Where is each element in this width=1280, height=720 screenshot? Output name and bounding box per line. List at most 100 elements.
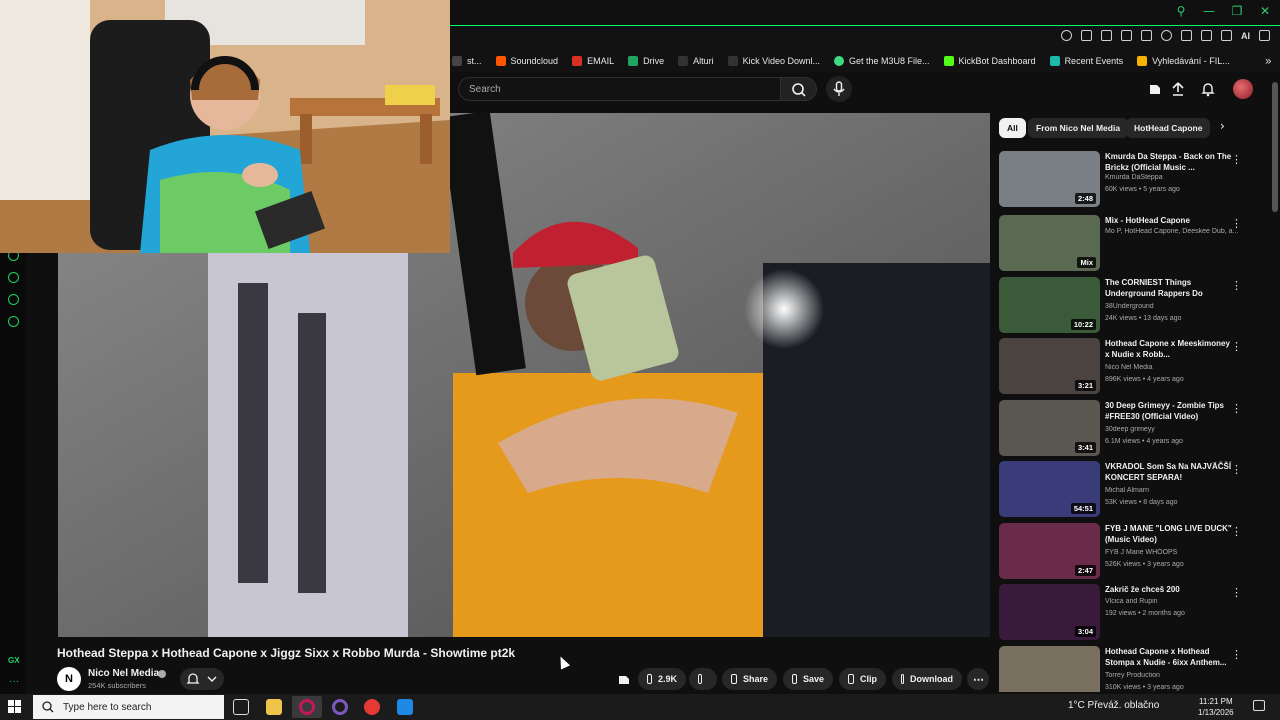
- app-icon[interactable]: [332, 699, 348, 715]
- more-options-icon[interactable]: ⋮: [1231, 586, 1242, 599]
- zoom-icon[interactable]: [1061, 30, 1072, 41]
- recommendation-title[interactable]: 30 Deep Grimeyy - Zombie Tips #FREE30 (O…: [1105, 400, 1233, 422]
- chip-hothead-capone[interactable]: HotHead Capone: [1126, 118, 1211, 138]
- thumbnail[interactable]: 10:22: [999, 277, 1100, 333]
- thumbnail[interactable]: Mix: [999, 215, 1100, 271]
- channel-avatar[interactable]: N: [57, 667, 81, 691]
- recommendation-title[interactable]: Hothead Capone x Meeskimoney x Nudie x R…: [1105, 338, 1233, 360]
- recommendation-channel[interactable]: FYB J Mane WHOOPS: [1105, 549, 1239, 556]
- notification-center-icon[interactable]: [1253, 700, 1265, 711]
- share-icon[interactable]: [1201, 30, 1212, 41]
- recommendation-item[interactable]: Mix Mix - HotHead Capone Mo P, HotHead C…: [999, 215, 1244, 273]
- recommendation-channel[interactable]: Mo P, HotHead Capone, Deeskee Dub, a...: [1105, 228, 1239, 235]
- chip-from-channel[interactable]: From Nico Nel Media: [1028, 118, 1129, 138]
- system-clock[interactable]: 11:21 PM 1/13/2026: [1198, 696, 1234, 718]
- recommendation-item[interactable]: 3:04 Zakrič že chceš 200 Vlcica and Rupi…: [999, 584, 1244, 642]
- bookmark-item[interactable]: Soundcloud: [495, 56, 558, 66]
- sidebar-history-icon[interactable]: [8, 272, 19, 283]
- recommendation-channel[interactable]: 30deep grimeyy: [1105, 426, 1239, 433]
- recommendation-item[interactable]: 2:47 FYB J MANE "LONG LIVE DUCK" (Music …: [999, 523, 1244, 581]
- bookmark-item[interactable]: Get the M3U8 File...: [833, 56, 930, 66]
- recommendation-title[interactable]: VKRADOL Som Sa Na NAJVÄČŠÍ KONCERT SEPAR…: [1105, 461, 1233, 483]
- menu-icon[interactable]: [1259, 30, 1270, 41]
- more-actions-button[interactable]: ⋯: [967, 668, 989, 690]
- minimize-button[interactable]: —: [1202, 4, 1216, 18]
- bookmark-item[interactable]: Recent Events: [1049, 56, 1123, 66]
- bookmark-item[interactable]: Alturi: [678, 56, 714, 66]
- account-avatar[interactable]: [1233, 79, 1253, 99]
- more-options-icon[interactable]: ⋮: [1231, 402, 1242, 415]
- bookmark-item[interactable]: Kick Video Downl...: [727, 56, 820, 66]
- more-options-icon[interactable]: ⋮: [1231, 279, 1242, 292]
- download-icon[interactable]: [1221, 30, 1232, 41]
- bookmark-item[interactable]: Vyhledávání - FIL...: [1137, 56, 1230, 66]
- sidebar-extensions-icon[interactable]: [8, 294, 19, 305]
- recommendation-item[interactable]: Hothead Capone x Hothead Stompa x Nudie …: [999, 646, 1244, 692]
- search-button[interactable]: [781, 77, 817, 101]
- recommendation-title[interactable]: Hothead Capone x Hothead Stompa x Nudie …: [1105, 646, 1233, 668]
- recommendation-title[interactable]: Mix - HotHead Capone: [1105, 215, 1233, 226]
- taskbar-search-input[interactable]: Type here to search: [33, 695, 224, 719]
- create-icon[interactable]: [1147, 81, 1163, 97]
- maximize-button[interactable]: ❐: [1230, 4, 1244, 18]
- app-icon[interactable]: [397, 699, 413, 715]
- snapshot-icon[interactable]: [1101, 30, 1112, 41]
- recommendation-title[interactable]: FYB J MANE "LONG LIVE DUCK" (Music Video…: [1105, 523, 1233, 545]
- close-button[interactable]: ✕: [1258, 4, 1272, 18]
- bookmark-item[interactable]: KickBot Dashboard: [943, 56, 1036, 66]
- more-options-icon[interactable]: ⋮: [1231, 340, 1242, 353]
- recommendation-item[interactable]: 54:51 VKRADOL Som Sa Na NAJVÄČŠÍ KONCERT…: [999, 461, 1244, 519]
- app-icon[interactable]: [364, 699, 380, 715]
- search-icon[interactable]: ⚲: [1174, 4, 1188, 18]
- thumbnail[interactable]: 3:21: [999, 338, 1100, 394]
- heart-icon[interactable]: [1161, 30, 1172, 41]
- create-clip-icon[interactable]: [616, 671, 632, 687]
- recommendation-item[interactable]: 3:41 30 Deep Grimeyy - Zombie Tips #FREE…: [999, 400, 1244, 458]
- task-view-icon[interactable]: [233, 699, 249, 715]
- download-button[interactable]: Download: [892, 668, 962, 690]
- recommendation-channel[interactable]: Torrey Production: [1105, 672, 1239, 679]
- player-icon[interactable]: [1141, 30, 1152, 41]
- ai-button[interactable]: AI: [1241, 31, 1250, 41]
- upload-icon[interactable]: [1170, 81, 1186, 97]
- channel-name[interactable]: Nico Nel Media: [88, 668, 159, 679]
- recommendation-title[interactable]: Zakrič že chceš 200: [1105, 584, 1233, 595]
- page-scrollbar[interactable]: [1272, 82, 1278, 212]
- thumbnail[interactable]: [999, 646, 1100, 692]
- more-options-icon[interactable]: ⋮: [1231, 525, 1242, 538]
- recommendation-item[interactable]: 2:48 Kmurda Da Steppa - Back on The Bric…: [999, 151, 1244, 209]
- share-button[interactable]: Share: [722, 668, 777, 690]
- bookmark-item[interactable]: Drive: [628, 56, 664, 66]
- voice-search-button[interactable]: [826, 76, 852, 102]
- more-options-icon[interactable]: ⋮: [1231, 153, 1242, 166]
- pin-icon[interactable]: [1081, 30, 1092, 41]
- recommendation-channel[interactable]: Michal Almarri: [1105, 487, 1239, 494]
- windows-start-icon[interactable]: [8, 700, 22, 714]
- notifications-icon[interactable]: [1200, 81, 1216, 97]
- sidebar-more-icon[interactable]: ···: [9, 676, 19, 687]
- file-explorer-icon[interactable]: [266, 699, 282, 715]
- thumbnail[interactable]: 3:04: [999, 584, 1100, 640]
- bookmark-item[interactable]: st...: [452, 56, 482, 66]
- like-button[interactable]: 2.9K: [638, 668, 686, 690]
- save-button[interactable]: Save: [783, 668, 833, 690]
- clip-button[interactable]: Clip: [839, 668, 886, 690]
- chevron-right-icon[interactable]: ›: [1220, 119, 1225, 133]
- chip-all[interactable]: All: [999, 118, 1026, 138]
- opera-gx-taskbar-button[interactable]: [292, 696, 322, 718]
- search-input[interactable]: Search: [458, 77, 781, 101]
- bookmark-item[interactable]: EMAIL: [572, 56, 614, 66]
- dislike-button[interactable]: [689, 668, 717, 690]
- recommendation-channel[interactable]: Kmurda DaSteppa: [1105, 174, 1239, 181]
- shield-icon[interactable]: [1121, 30, 1132, 41]
- recommendation-channel[interactable]: Nico Nel Media: [1105, 364, 1239, 371]
- subscription-bell-button[interactable]: [180, 668, 224, 690]
- thumbnail[interactable]: 2:47: [999, 523, 1100, 579]
- sidebar-settings-icon[interactable]: [8, 316, 19, 327]
- recommendation-item[interactable]: 10:22 The CORNIEST Things Underground Ra…: [999, 277, 1244, 335]
- recommendation-title[interactable]: The CORNIEST Things Underground Rappers …: [1105, 277, 1233, 299]
- more-options-icon[interactable]: ⋮: [1231, 463, 1242, 476]
- extensions-icon[interactable]: [1181, 30, 1192, 41]
- thumbnail[interactable]: 54:51: [999, 461, 1100, 517]
- thumbnail[interactable]: 2:48: [999, 151, 1100, 207]
